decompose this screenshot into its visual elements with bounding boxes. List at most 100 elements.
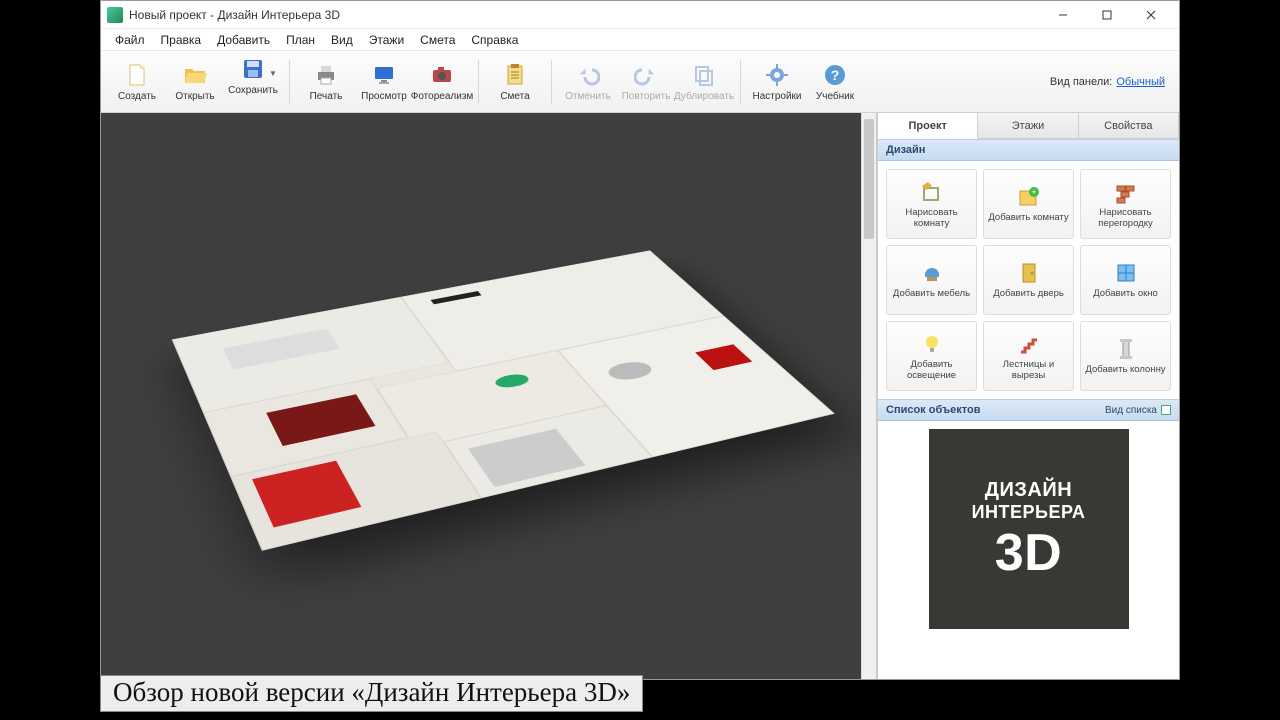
stairs-button[interactable]: Лестницы и вырезы — [983, 321, 1074, 391]
close-button[interactable] — [1129, 1, 1173, 29]
video-caption: Обзор новой версии «Дизайн Интерьера 3D» — [100, 675, 643, 712]
toolbar: Создать Открыть Сохранить ▼ Печать — [101, 51, 1179, 113]
panel-view-link[interactable]: Обычный — [1116, 76, 1165, 88]
estimate-label: Смета — [500, 91, 529, 102]
dropdown-caret-icon[interactable]: ▼ — [269, 69, 277, 78]
floorplan-render — [141, 133, 836, 654]
duplicate-button[interactable]: Дублировать — [676, 58, 732, 106]
panel-view-label: Вид панели: — [1050, 76, 1112, 88]
add-window-label: Добавить окно — [1093, 289, 1158, 300]
design-header-label: Дизайн — [886, 144, 925, 156]
gear-icon — [764, 62, 790, 88]
draw-partition-label: Нарисовать перегородку — [1083, 208, 1168, 230]
menu-file[interactable]: Файл — [107, 31, 153, 49]
save-button[interactable]: Сохранить ▼ — [225, 52, 281, 112]
viewport-scrollbar[interactable] — [861, 113, 876, 679]
add-room-label: Добавить комнату — [988, 213, 1068, 224]
list-view-icon — [1161, 405, 1171, 415]
promo-line2: ИНТЕРЬЕРА — [972, 502, 1086, 523]
side-panel: Проект Этажи Свойства Дизайн Нарисовать … — [877, 113, 1179, 679]
menu-floors[interactable]: Этажи — [361, 31, 412, 49]
preview-button[interactable]: Просмотр — [356, 58, 412, 106]
save-label: Сохранить — [228, 85, 278, 96]
undo-button[interactable]: Отменить — [560, 58, 616, 106]
panel-view-selector: Вид панели: Обычный — [1050, 76, 1171, 88]
menu-help[interactable]: Справка — [463, 31, 526, 49]
add-room-icon: + — [1016, 184, 1042, 210]
promo-logo: ДИЗАЙН ИНТЕРЬЕРА 3D — [929, 429, 1129, 629]
photoreal-button[interactable]: Фотореализм — [414, 58, 470, 106]
tab-properties[interactable]: Свойства — [1079, 113, 1179, 138]
add-column-button[interactable]: Добавить колонну — [1080, 321, 1171, 391]
redo-label: Повторить — [622, 91, 671, 102]
printer-icon — [313, 62, 339, 88]
toolbar-separator — [289, 60, 290, 104]
view-list-label: Вид списка — [1105, 405, 1157, 416]
chair-icon — [919, 260, 945, 286]
menubar: Файл Правка Добавить План Вид Этажи Смет… — [101, 29, 1179, 51]
help-button[interactable]: ? Учебник — [807, 58, 863, 106]
add-column-label: Добавить колонну — [1085, 365, 1165, 376]
add-lighting-label: Добавить освещение — [889, 360, 974, 382]
stairs-icon — [1016, 331, 1042, 357]
menu-edit[interactable]: Правка — [153, 31, 210, 49]
open-label: Открыть — [175, 91, 214, 102]
tab-floors[interactable]: Этажи — [978, 113, 1078, 138]
settings-label: Настройки — [752, 91, 801, 102]
objects-list: ДИЗАЙН ИНТЕРЬЕРА 3D — [878, 421, 1179, 679]
toolbar-separator — [551, 60, 552, 104]
add-room-button[interactable]: + Добавить комнату — [983, 169, 1074, 239]
add-window-button[interactable]: Добавить окно — [1080, 245, 1171, 315]
settings-button[interactable]: Настройки — [749, 58, 805, 106]
pencil-room-icon — [919, 179, 945, 205]
stairs-label: Лестницы и вырезы — [986, 360, 1071, 382]
print-button[interactable]: Печать — [298, 58, 354, 106]
main-area: Проект Этажи Свойства Дизайн Нарисовать … — [101, 113, 1179, 679]
door-icon — [1016, 260, 1042, 286]
duplicate-label: Дублировать — [674, 91, 734, 102]
menu-add[interactable]: Добавить — [209, 31, 278, 49]
app-icon — [107, 7, 123, 23]
help-label: Учебник — [816, 91, 854, 102]
clipboard-icon — [502, 62, 528, 88]
draw-room-label: Нарисовать комнату — [889, 208, 974, 230]
maximize-button[interactable] — [1085, 1, 1129, 29]
scrollbar-thumb[interactable] — [864, 119, 874, 239]
brick-wall-icon — [1113, 179, 1139, 205]
draw-partition-button[interactable]: Нарисовать перегородку — [1080, 169, 1171, 239]
add-lighting-button[interactable]: Добавить освещение — [886, 321, 977, 391]
app-window: Новый проект - Дизайн Интерьера 3D Файл … — [100, 0, 1180, 680]
bulb-icon — [919, 331, 945, 357]
menu-plan[interactable]: План — [278, 31, 323, 49]
window-icon — [1113, 260, 1139, 286]
view-list-link[interactable]: Вид списка — [1105, 405, 1171, 416]
promo-line3: 3D — [995, 527, 1062, 579]
svg-text:+: + — [1031, 187, 1036, 197]
help-icon: ? — [822, 62, 848, 88]
preview-label: Просмотр — [361, 91, 407, 102]
create-label: Создать — [118, 91, 156, 102]
draw-room-button[interactable]: Нарисовать комнату — [886, 169, 977, 239]
promo-line1: ДИЗАЙН — [985, 479, 1072, 502]
create-button[interactable]: Создать — [109, 58, 165, 106]
design-toolbox: Нарисовать комнату + Добавить комнату На… — [878, 161, 1179, 399]
open-button[interactable]: Открыть — [167, 58, 223, 106]
menu-estimate[interactable]: Смета — [412, 31, 463, 49]
minimize-button[interactable] — [1041, 1, 1085, 29]
redo-button[interactable]: Повторить — [618, 58, 674, 106]
add-furniture-button[interactable]: Добавить мебель — [886, 245, 977, 315]
add-door-label: Добавить дверь — [993, 289, 1064, 300]
toolbar-separator — [478, 60, 479, 104]
folder-open-icon — [182, 62, 208, 88]
objects-section-header: Список объектов Вид списка — [878, 399, 1179, 421]
duplicate-icon — [691, 62, 717, 88]
menu-view[interactable]: Вид — [323, 31, 361, 49]
add-door-button[interactable]: Добавить дверь — [983, 245, 1074, 315]
tab-project[interactable]: Проект — [878, 113, 978, 139]
estimate-button[interactable]: Смета — [487, 58, 543, 106]
monitor-icon — [371, 62, 397, 88]
redo-icon — [633, 62, 659, 88]
new-file-icon — [124, 62, 150, 88]
viewport-3d[interactable] — [101, 113, 877, 679]
svg-text:?: ? — [831, 67, 840, 83]
